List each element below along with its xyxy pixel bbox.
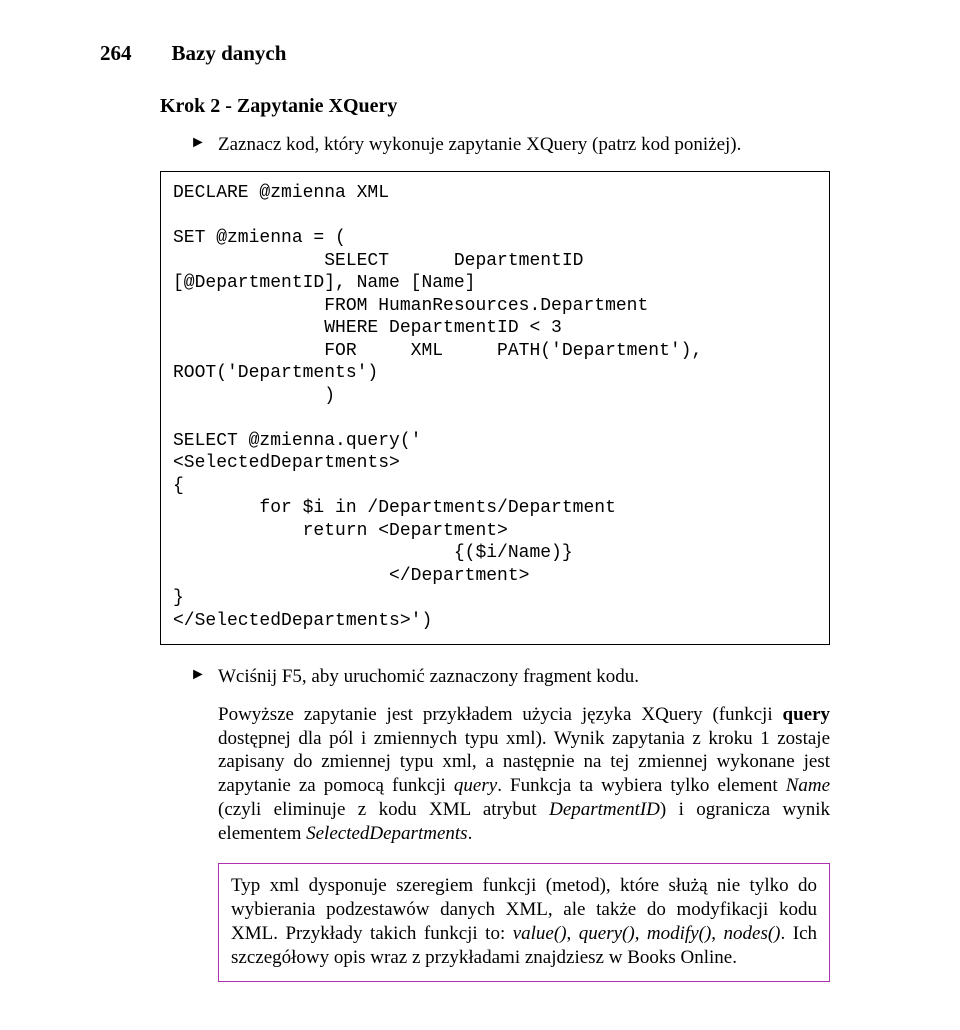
instruction-list-mid: Wciśnij F5, aby uruchomić zaznaczony fra… [190,665,860,689]
code-block: DECLARE @zmienna XML SET @zmienna = ( SE… [160,171,830,645]
explanation-paragraph: Powyższe zapytanie jest przykładem użyci… [218,703,830,846]
instruction-item: Zaznacz kod, który wykonuje zapytanie XQ… [190,133,860,157]
page-number: 264 [100,40,132,66]
instruction-list-top: Zaznacz kod, który wykonuje zapytanie XQ… [190,133,860,157]
tip-box: Typ xml dysponuje szeregiem funkcji (met… [218,863,830,982]
page-header: 264 Bazy danych [100,40,860,66]
instruction-item: Wciśnij F5, aby uruchomić zaznaczony fra… [190,665,860,689]
step-title: Krok 2 - Zapytanie XQuery [160,94,860,119]
book-section: Bazy danych [172,40,287,66]
